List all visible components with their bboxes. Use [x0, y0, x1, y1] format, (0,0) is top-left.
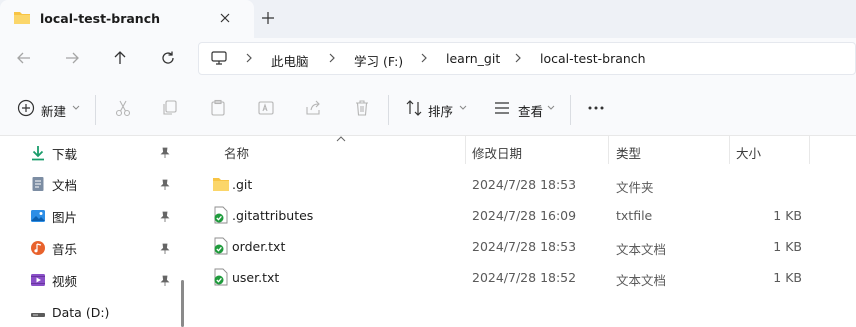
sort-ascending-icon [336, 136, 346, 142]
copy-icon[interactable] [160, 98, 180, 118]
chevron-right-icon [421, 53, 427, 63]
view-icon [495, 102, 509, 114]
file-name: .gitattributes [232, 208, 314, 223]
tab-title: local-test-branch [40, 11, 161, 26]
sidebar-item-label: 文档 [52, 177, 78, 193]
text-file-icon [214, 268, 228, 286]
chevron-down-icon [72, 105, 80, 110]
breadcrumb-local-test-branch[interactable]: local-test-branch [540, 51, 646, 66]
chevron-down-icon [547, 105, 555, 110]
add-tab-icon[interactable] [259, 9, 277, 27]
breadcrumb-drive-f[interactable]: 学习 (F:) [354, 51, 403, 70]
text-file-icon [214, 237, 228, 255]
chevron-down-icon [459, 105, 467, 110]
file-row-user-txt[interactable]: user.txt 2024/7/28 18:52 文本文档 1 KB [200, 262, 856, 292]
folder-icon [213, 178, 229, 191]
file-size: 1 KB [773, 270, 802, 285]
view-button[interactable]: 查看 [518, 101, 543, 120]
file-date: 2024/7/28 18:53 [472, 177, 577, 192]
close-icon[interactable] [216, 9, 234, 27]
pictures-icon [31, 210, 45, 222]
sidebar-item-videos[interactable]: 视频 [30, 270, 77, 290]
arrow-right-icon [66, 52, 79, 64]
music-icon [31, 241, 45, 255]
column-header-size[interactable]: 大小 [736, 143, 761, 162]
new-icon [17, 99, 35, 117]
sidebar-item-label: 视频 [52, 273, 78, 289]
paste-icon[interactable] [208, 98, 228, 118]
sidebar-item-pictures[interactable]: 图片 [30, 206, 77, 226]
pin-icon[interactable] [159, 243, 171, 255]
file-name: .git [232, 177, 253, 192]
sort-button[interactable]: 排序 [428, 101, 453, 120]
sidebar-item-drive-d[interactable]: Data (D:) [30, 302, 109, 322]
up-button[interactable] [106, 44, 134, 72]
sort-icon [406, 100, 422, 116]
file-size: 1 KB [773, 239, 802, 254]
sidebar-item-label: 音乐 [52, 241, 78, 257]
refresh-icon [162, 51, 174, 64]
file-row-order-txt[interactable]: order.txt 2024/7/28 18:53 文本文档 1 KB [200, 231, 856, 261]
drive-icon [31, 313, 45, 317]
pin-icon[interactable] [159, 147, 171, 159]
more-options-icon[interactable] [586, 98, 606, 118]
sidebar-item-label: 图片 [52, 209, 78, 225]
new-button[interactable]: 新建 [41, 101, 66, 120]
refresh-button[interactable] [154, 44, 182, 72]
sidebar-item-documents[interactable]: 文档 [30, 174, 77, 194]
file-date: 2024/7/28 16:09 [472, 208, 577, 223]
cut-icon[interactable] [113, 98, 133, 118]
column-divider[interactable] [465, 136, 466, 164]
text-file-icon [214, 206, 228, 224]
pin-icon[interactable] [159, 179, 171, 191]
sidebar-scrollbar[interactable] [181, 280, 184, 327]
breadcrumb-learn-git[interactable]: learn_git [446, 51, 500, 66]
column-header-date[interactable]: 修改日期 [472, 143, 522, 162]
column-header-name[interactable]: 名称 [224, 143, 249, 162]
computer-icon [211, 51, 227, 65]
video-icon [31, 274, 45, 286]
toolbar-divider [570, 95, 571, 125]
rename-icon[interactable] [256, 98, 276, 118]
file-date: 2024/7/28 18:52 [472, 270, 577, 285]
pin-icon[interactable] [159, 275, 171, 287]
forward-button[interactable] [58, 44, 86, 72]
sidebar-item-downloads[interactable]: 下载 [30, 143, 77, 163]
file-type: 文本文档 [616, 242, 667, 257]
back-button[interactable] [10, 44, 38, 72]
file-row-git[interactable]: .git 2024/7/28 18:53 文件夹 [200, 169, 856, 199]
delete-icon[interactable] [352, 98, 372, 118]
column-header-type[interactable]: 类型 [616, 143, 641, 162]
sidebar-item-music[interactable]: 音乐 [30, 238, 77, 258]
chevron-right-icon [329, 53, 335, 63]
file-name: user.txt [232, 270, 280, 285]
navigation-pane [0, 136, 188, 327]
file-row-gitattributes[interactable]: .gitattributes 2024/7/28 16:09 txtfile 1… [200, 200, 856, 230]
document-icon [32, 177, 44, 191]
file-size: 1 KB [773, 208, 802, 223]
file-date: 2024/7/28 18:53 [472, 239, 577, 254]
pin-icon[interactable] [159, 211, 171, 223]
column-divider[interactable] [729, 136, 730, 164]
sidebar-item-label: Data (D:) [52, 304, 110, 320]
chevron-right-icon [246, 53, 252, 63]
sidebar-item-label: 下载 [52, 146, 78, 162]
toolbar-divider [95, 95, 96, 125]
arrow-left-icon [17, 52, 30, 64]
share-icon[interactable] [304, 98, 324, 118]
file-type: 文本文档 [616, 273, 667, 288]
breadcrumb-this-pc[interactable]: 此电脑 [271, 51, 309, 70]
file-type: txtfile [616, 208, 653, 223]
toolbar-divider [388, 95, 389, 125]
file-name: order.txt [232, 239, 286, 254]
column-divider[interactable] [809, 136, 810, 164]
column-divider[interactable] [608, 136, 609, 164]
download-icon [32, 146, 44, 161]
folder-icon [14, 12, 30, 24]
arrow-up-icon [114, 51, 126, 64]
chevron-right-icon [515, 53, 521, 63]
file-type: 文件夹 [616, 180, 654, 195]
